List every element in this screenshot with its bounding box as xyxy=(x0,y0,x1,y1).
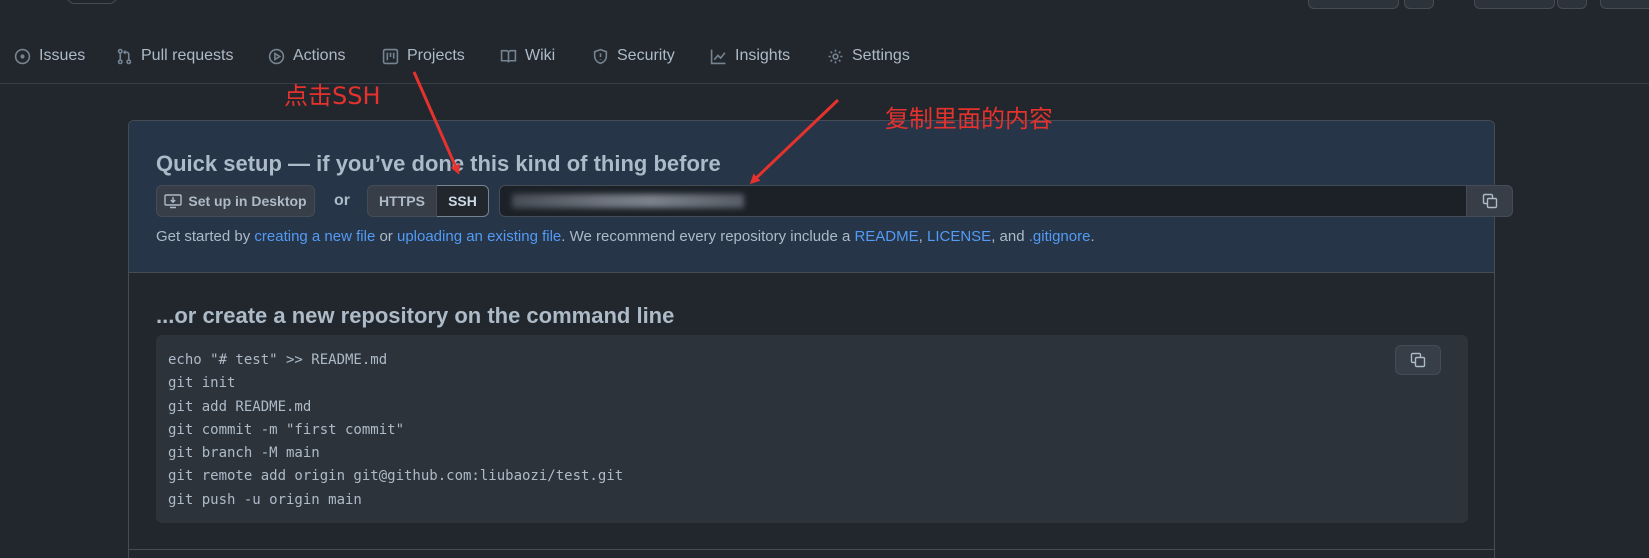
tab-label: Actions xyxy=(293,47,346,64)
copy-icon xyxy=(1410,352,1426,368)
watch-dropdown-button[interactable] xyxy=(1404,0,1434,9)
issue-icon xyxy=(14,48,31,64)
redacted-url-blur xyxy=(512,194,744,208)
annotation-click-ssh: 点击SSH xyxy=(284,82,381,110)
desc-text: Get started by xyxy=(156,228,255,245)
visibility-badge xyxy=(66,0,118,4)
copy-url-button[interactable] xyxy=(1467,185,1513,217)
fork-button[interactable] xyxy=(1474,0,1555,9)
tab-insights[interactable]: Insights xyxy=(710,45,790,67)
tab-label: Wiki xyxy=(525,47,556,64)
tab-label: Security xyxy=(617,47,675,64)
play-icon xyxy=(268,48,285,64)
tab-label: Projects xyxy=(407,47,465,64)
watch-button[interactable] xyxy=(1308,0,1399,9)
star-button[interactable] xyxy=(1600,0,1649,9)
command-line-title: ...or create a new repository on the com… xyxy=(156,303,675,328)
tab-settings[interactable]: Settings xyxy=(827,45,910,67)
desc-text: , and xyxy=(991,228,1029,245)
clone-url-field[interactable] xyxy=(499,185,1467,217)
project-icon xyxy=(382,48,399,64)
desc-text: . xyxy=(1090,228,1095,245)
quick-setup-section: Quick setup — if you’ve done this kind o… xyxy=(129,121,1513,273)
copy-icon xyxy=(1482,193,1497,209)
code-line: git init xyxy=(168,375,236,392)
license-link[interactable]: LICENSE xyxy=(927,228,991,245)
protocol-toggle: HTTPS SSH xyxy=(367,185,489,217)
gear-icon xyxy=(828,49,843,63)
desc-text: . We recommend every repository include … xyxy=(561,228,855,245)
gitignore-link[interactable]: .gitignore xyxy=(1029,228,1091,245)
book-icon xyxy=(500,49,517,62)
annotation-copy-content: 复制里面的内容 xyxy=(885,105,1053,133)
code-line: git push -u origin main xyxy=(168,491,362,508)
https-button[interactable]: HTTPS xyxy=(367,185,437,217)
tab-label: Issues xyxy=(39,47,86,64)
upload-file-link[interactable]: uploading an existing file xyxy=(397,228,561,245)
code-line: echo "# test" >> README.md xyxy=(168,352,388,368)
code-line: git commit -m "first commit" xyxy=(168,421,405,438)
tab-label: Pull requests xyxy=(141,47,234,64)
code-line: git add README.md xyxy=(168,398,312,415)
tab-issues[interactable]: Issues xyxy=(14,45,85,67)
create-file-link[interactable]: creating a new file xyxy=(254,228,375,245)
tab-label: Settings xyxy=(852,47,910,64)
desktop-download-icon xyxy=(164,194,183,209)
setup-desktop-button[interactable]: Set up in Desktop xyxy=(156,185,315,217)
or-separator: or xyxy=(334,192,350,209)
command-line-code-block: echo "# test" >> README.md git init git … xyxy=(156,335,1468,523)
code-line: git branch -M main xyxy=(168,445,320,462)
section-divider xyxy=(129,549,1494,550)
tab-projects[interactable]: Projects xyxy=(382,45,465,67)
ssh-button[interactable]: SSH xyxy=(437,185,489,217)
desc-text: , xyxy=(918,228,927,245)
shield-icon xyxy=(593,48,608,64)
repo-nav: Issues Pull requests Actions Projects Wi… xyxy=(0,36,1649,84)
pull-request-icon xyxy=(117,48,132,64)
tab-security[interactable]: Security xyxy=(592,45,675,67)
graph-icon xyxy=(710,49,726,64)
top-strip xyxy=(0,0,1649,10)
copy-commands-button[interactable] xyxy=(1395,345,1441,375)
setup-desktop-label: Set up in Desktop xyxy=(188,193,307,209)
code-line: git remote add origin git@github.com:liu… xyxy=(168,468,624,485)
desc-text: or xyxy=(375,228,397,245)
tab-pull-requests[interactable]: Pull requests xyxy=(116,45,234,67)
fork-dropdown-button[interactable] xyxy=(1557,0,1587,9)
quick-setup-title: Quick setup — if you’ve done this kind o… xyxy=(156,151,721,176)
quick-setup-description: Get started by creating a new file or up… xyxy=(156,228,1095,245)
tab-wiki[interactable]: Wiki xyxy=(500,45,555,67)
tab-actions[interactable]: Actions xyxy=(268,45,345,67)
tab-label: Insights xyxy=(735,47,791,64)
empty-repo-panel: Quick setup — if you’ve done this kind o… xyxy=(128,120,1513,558)
readme-link[interactable]: README xyxy=(854,228,918,245)
